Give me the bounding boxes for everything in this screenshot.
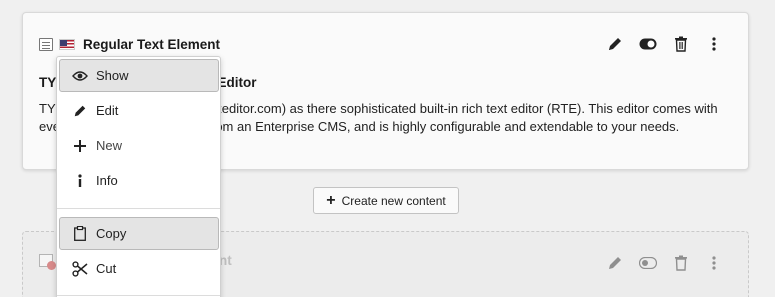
- trash-icon[interactable]: [670, 35, 691, 53]
- menu-item-label: Cut: [96, 261, 117, 276]
- text-content-icon: [39, 37, 53, 51]
- menu-item-label: Show: [96, 68, 129, 83]
- menu-item-label: Edit: [96, 103, 119, 118]
- create-new-content-button[interactable]: + Create new content: [313, 187, 459, 214]
- menu-separator: [57, 208, 220, 209]
- info-icon: [72, 173, 88, 189]
- menu-item-info[interactable]: Info: [59, 164, 219, 197]
- card2-actions: [604, 254, 724, 272]
- plus-icon: +: [326, 191, 336, 209]
- menu-item-edit[interactable]: Edit: [59, 94, 219, 127]
- menu-item-cut[interactable]: Cut: [59, 252, 219, 285]
- us-flag-icon: [59, 38, 75, 50]
- card-actions: [604, 35, 724, 53]
- card2-header: nt: [39, 253, 232, 270]
- menu-item-label: New: [96, 138, 123, 153]
- more-options-icon[interactable]: [703, 35, 724, 53]
- edit-pencil-icon[interactable]: [604, 35, 625, 53]
- card-header: Regular Text Element: [39, 35, 220, 53]
- eye-icon: [72, 68, 88, 84]
- menu-item-new[interactable]: New: [59, 129, 219, 162]
- more-options-icon[interactable]: [703, 254, 724, 272]
- create-new-content-label: Create new content: [341, 193, 446, 208]
- card-title: Regular Text Element: [83, 36, 221, 52]
- trash-icon[interactable]: [670, 254, 691, 272]
- hidden-badge-icon: [47, 261, 56, 270]
- toggle-visibility-icon[interactable]: [637, 254, 658, 272]
- context-menu: Show Edit New Info Copy Cut: [56, 56, 221, 297]
- menu-item-label: Copy: [96, 226, 127, 241]
- pencil-icon: [72, 103, 88, 119]
- plus-icon: [72, 138, 88, 154]
- menu-item-label: Info: [96, 173, 118, 188]
- hidden-content-icon: [39, 254, 56, 270]
- menu-separator: [57, 295, 220, 296]
- scissors-icon: [72, 260, 88, 277]
- toggle-visibility-icon[interactable]: [637, 35, 658, 53]
- edit-pencil-icon[interactable]: [604, 254, 625, 272]
- menu-item-copy[interactable]: Copy: [59, 217, 219, 250]
- menu-item-show[interactable]: Show: [59, 59, 219, 92]
- clipboard-icon: [72, 226, 88, 242]
